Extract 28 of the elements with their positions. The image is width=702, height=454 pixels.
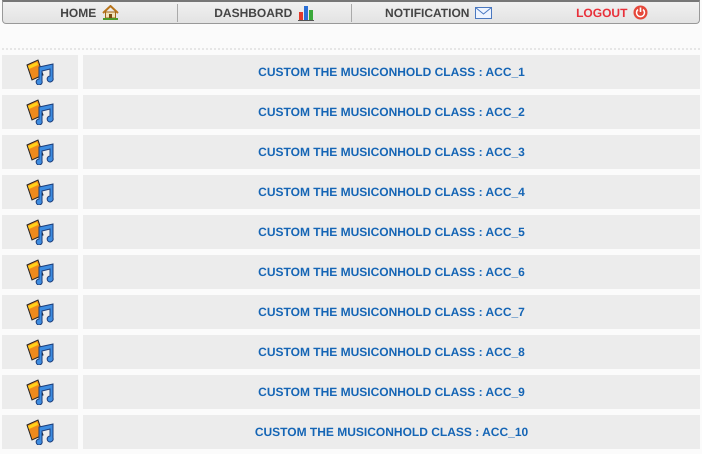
media-icon [25,419,55,445]
class-link[interactable]: CUSTOM THE MUSICONHOLD CLASS : ACC_5 [83,215,700,249]
class-link[interactable]: CUSTOM THE MUSICONHOLD CLASS : ACC_9 [83,375,700,409]
nav-link[interactable]: DASHBOARD [214,4,314,20]
nav-link[interactable]: HOME [60,5,120,20]
media-icon [25,139,55,165]
media-icon [25,259,55,285]
media-icon [25,59,55,85]
media-icon [25,219,55,245]
class-link[interactable]: CUSTOM THE MUSICONHOLD CLASS : ACC_7 [83,295,700,329]
class-link[interactable]: CUSTOM THE MUSICONHOLD CLASS : ACC_8 [83,335,700,369]
class-link[interactable]: CUSTOM THE MUSICONHOLD CLASS : ACC_6 [83,255,700,289]
class-link[interactable]: CUSTOM THE MUSICONHOLD CLASS : ACC_3 [83,135,700,169]
media-icon [25,179,55,205]
power-icon [633,5,648,20]
house-icon [102,5,120,20]
class-link[interactable]: CUSTOM THE MUSICONHOLD CLASS : ACC_4 [83,175,700,209]
nav-link[interactable]: LOGOUT [576,5,648,20]
media-icon [25,99,55,125]
media-icon [25,379,55,405]
envelope-icon [475,6,492,18]
class-link[interactable]: CUSTOM THE MUSICONHOLD CLASS : ACC_2 [83,95,700,129]
class-link[interactable]: CUSTOM THE MUSICONHOLD CLASS : ACC_1 [83,55,700,89]
bar-chart-icon [298,4,314,20]
media-icon [25,339,55,365]
media-icon [25,299,55,325]
nav-link[interactable]: NOTIFICATION [385,6,492,20]
class-link[interactable]: CUSTOM THE MUSICONHOLD CLASS : ACC_10 [83,415,700,449]
